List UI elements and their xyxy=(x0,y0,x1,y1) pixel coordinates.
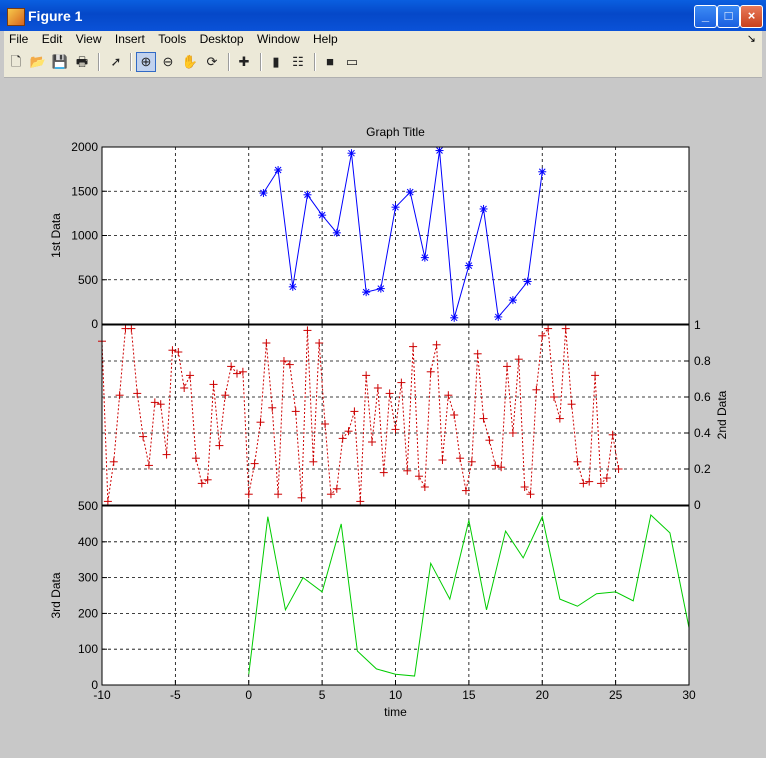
star-marker xyxy=(420,253,429,262)
y-tick-label: 500 xyxy=(78,273,98,287)
star-marker xyxy=(391,203,400,212)
x-tick-label: 15 xyxy=(462,688,476,702)
y-axis-label: 3rd Data xyxy=(49,572,63,618)
chart-title: Graph Title xyxy=(366,125,425,139)
star-marker xyxy=(464,261,473,270)
y-tick-label: 1 xyxy=(694,318,701,332)
star-marker xyxy=(406,188,415,197)
star-marker xyxy=(494,312,503,321)
y-tick-label: 0.6 xyxy=(694,390,711,404)
star-marker xyxy=(259,189,268,198)
star-marker xyxy=(318,211,327,220)
star-marker xyxy=(303,190,312,199)
star-marker xyxy=(274,166,283,175)
y-tick-label: 500 xyxy=(78,499,98,513)
star-marker xyxy=(450,313,459,322)
star-marker xyxy=(523,277,532,286)
axes-2: 0 0.2 0.4 0.6 0.8 1 2nd Data xyxy=(98,318,729,512)
x-tick-label: 5 xyxy=(319,688,326,702)
star-marker xyxy=(376,284,385,293)
star-marker xyxy=(508,296,517,305)
star-marker xyxy=(362,288,371,297)
y-tick-label: 0.4 xyxy=(694,426,711,440)
star-marker xyxy=(332,228,341,237)
x-tick-label: 0 xyxy=(245,688,252,702)
figure-canvas: 05001000150020001st DataGraph Title00.20… xyxy=(49,125,729,719)
y-tick-label: 0 xyxy=(694,498,701,512)
y-tick-label: 300 xyxy=(78,571,98,585)
y-tick-label: 0 xyxy=(91,317,98,331)
star-marker xyxy=(479,204,488,213)
axes-3: 0100200300400500-10 -5 0 5 10 15 20 25 303rd Dat… xyxy=(49,499,696,719)
y-axis-label: 2nd Data xyxy=(715,390,729,439)
x-tick-label: 10 xyxy=(389,688,403,702)
star-marker xyxy=(435,146,444,155)
x-tick-label: -10 xyxy=(93,688,111,702)
x-tick-label: -5 xyxy=(170,688,181,702)
y-tick-label: 100 xyxy=(78,642,98,656)
y-axis-label: 1st Data xyxy=(49,213,63,258)
x-axis-label: time xyxy=(384,705,407,719)
axes-1: 0 500 1000 1500 2000 1st Data Graph Title xyxy=(49,125,690,331)
y-tick-label: 400 xyxy=(78,535,98,549)
x-tick-label: 30 xyxy=(682,688,696,702)
y-tick-label: 0.2 xyxy=(694,462,711,476)
x-tick-label: 20 xyxy=(536,688,550,702)
y-tick-label: 0.8 xyxy=(694,354,711,368)
star-marker xyxy=(538,167,547,176)
y-tick-label: 2000 xyxy=(71,140,98,154)
figure-window: Figure 1 _ □ × File Edit View Insert Too… xyxy=(0,0,766,758)
y-tick-label: 200 xyxy=(78,606,98,620)
y-tick-label: 1500 xyxy=(71,184,98,198)
star-marker xyxy=(347,149,356,158)
x-tick-label: 25 xyxy=(609,688,623,702)
star-marker xyxy=(288,282,297,291)
y-tick-label: 1000 xyxy=(71,229,98,243)
